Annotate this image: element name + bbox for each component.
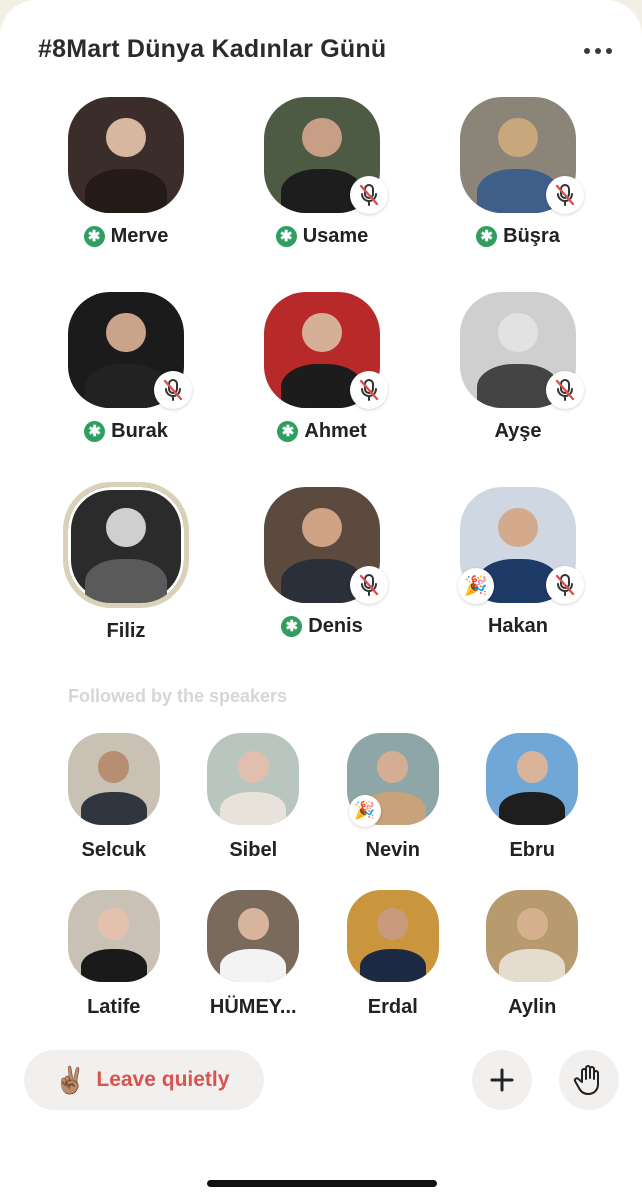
raise-hand-icon <box>573 1065 599 1095</box>
party-popper-icon: 🎉 <box>458 568 494 604</box>
speakers-grid: ✱ Merve ✱ Usame ✱ Büşra ✱ Burak ✱ Ahmet Ayşe Filiz ✱… <box>28 92 616 677</box>
listener-selcuk[interactable]: Selcuk <box>44 733 184 890</box>
speaker-hakan[interactable]: 🎉 Hakan <box>420 482 616 677</box>
speaker-name-text: Büşra <box>503 224 560 247</box>
listener-ebru[interactable]: Ebru <box>463 733 603 890</box>
speaker-name: ✱ Burak <box>84 418 168 444</box>
listener-name: Latife <box>87 996 141 1018</box>
listener-name: Erdal <box>367 996 418 1018</box>
speaker-name-text: Filiz <box>106 619 146 642</box>
moderator-badge-icon: ✱ <box>275 225 297 247</box>
speaker-name-text: Burak <box>111 419 168 442</box>
room-title: #8Mart Dünya Kadınlar Günü <box>38 35 387 63</box>
speaker-ay-e[interactable]: Ayşe <box>420 287 616 482</box>
listener-h-mey[interactable]: HÜMEY... <box>184 890 324 1047</box>
listener-name: Aylin <box>508 996 557 1018</box>
moderator-badge-icon: ✱ <box>277 420 299 442</box>
muted-mic-icon <box>546 566 584 604</box>
more-options-icon[interactable] <box>578 36 618 66</box>
speaker-name-text: Hakan <box>487 614 549 637</box>
speaker-name-text: Ahmet <box>304 419 367 442</box>
speaker-filiz[interactable]: Filiz <box>28 482 224 677</box>
speaker-name: ✱ Ahmet <box>277 418 367 444</box>
speaker-name: ✱ Büşra <box>476 223 560 249</box>
speaker-merve[interactable]: ✱ Merve <box>28 92 224 287</box>
speaker-b-ra[interactable]: ✱ Büşra <box>420 92 616 287</box>
moderator-badge-icon: ✱ <box>476 225 498 247</box>
leave-quietly-label: Leave quietly <box>96 1068 230 1091</box>
listener-name: HÜMEY... <box>209 996 297 1018</box>
speaker-name-text: Denis <box>308 614 363 637</box>
avatar[interactable] <box>486 733 579 825</box>
moderator-badge-icon: ✱ <box>84 420 106 442</box>
speaker-denis[interactable]: ✱ Denis <box>224 482 420 677</box>
raise-hand-button[interactable] <box>559 1050 619 1110</box>
listener-latife[interactable]: Latife <box>44 890 184 1047</box>
muted-mic-icon <box>154 371 192 409</box>
listener-name: Sibel <box>229 839 278 861</box>
muted-mic-icon <box>546 176 584 214</box>
listener-name: Selcuk <box>81 839 146 861</box>
speaker-name-text: Usame <box>302 224 369 247</box>
listener-name: Nevin <box>365 839 420 861</box>
speaker-name-text: Merve <box>110 224 169 247</box>
listener-name: Ebru <box>509 839 556 861</box>
speaker-name: Hakan <box>488 613 548 639</box>
speaker-ahmet[interactable]: ✱ Ahmet <box>224 287 420 482</box>
room-header: #8Mart Dünya Kadınlar Günü <box>38 34 618 66</box>
listeners-grid: Selcuk Sibel 🎉 Nevin Ebru Latife HÜMEY... Erdal… <box>44 733 602 1047</box>
avatar[interactable] <box>207 890 300 982</box>
room-sheet: #8Mart Dünya Kadınlar Günü ✱ Merve ✱ Usame ✱… <box>0 0 642 1200</box>
avatar[interactable] <box>486 890 579 982</box>
add-button[interactable] <box>472 1050 532 1110</box>
plus-icon <box>490 1068 514 1092</box>
speaker-name: ✱ Usame <box>275 223 369 249</box>
avatar[interactable] <box>67 733 160 825</box>
speaker-name: ✱ Denis <box>281 613 363 639</box>
home-indicator <box>207 1180 437 1187</box>
leave-quietly-button[interactable]: ✌🏽 Leave quietly <box>24 1050 264 1110</box>
speaker-name-text: Ayşe <box>494 419 542 442</box>
speaker-name: Filiz <box>107 618 146 644</box>
avatar[interactable] <box>68 97 184 213</box>
listener-nevin[interactable]: 🎉 Nevin <box>323 733 463 890</box>
listener-aylin[interactable]: Aylin <box>463 890 603 1047</box>
speaker-name: Ayşe <box>494 418 541 444</box>
listener-sibel[interactable]: Sibel <box>184 733 324 890</box>
avatar[interactable] <box>207 733 300 825</box>
avatar[interactable] <box>63 482 189 608</box>
avatar[interactable] <box>346 890 439 982</box>
moderator-badge-icon: ✱ <box>83 225 105 247</box>
moderator-badge-icon: ✱ <box>281 615 303 637</box>
speaker-name: ✱ Merve <box>83 223 169 249</box>
party-popper-icon: 🎉 <box>349 795 381 827</box>
speaker-usame[interactable]: ✱ Usame <box>224 92 420 287</box>
muted-mic-icon <box>350 371 388 409</box>
muted-mic-icon <box>350 566 388 604</box>
muted-mic-icon <box>350 176 388 214</box>
listener-erdal[interactable]: Erdal <box>323 890 463 1047</box>
victory-hand-icon: ✌🏽 <box>54 1065 87 1095</box>
avatar[interactable] <box>67 890 160 982</box>
speaker-burak[interactable]: ✱ Burak <box>28 287 224 482</box>
followed-by-speakers-label: Followed by the speakers <box>68 686 288 706</box>
muted-mic-icon <box>546 371 584 409</box>
